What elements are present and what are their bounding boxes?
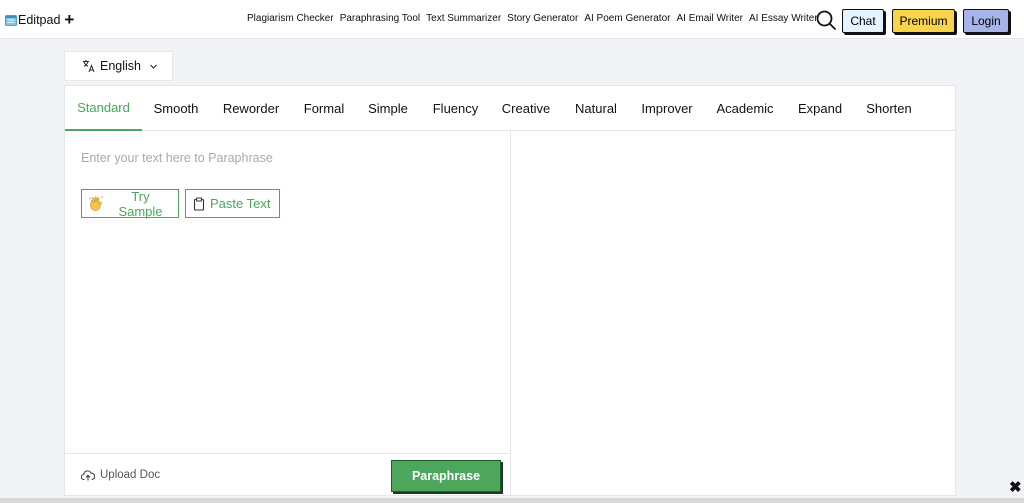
output-pane [512,131,955,495]
input-footer: Upload Doc Paraphrase [65,453,511,495]
clipboard-icon [192,196,206,211]
tab-reworder[interactable]: Reworder [219,86,283,131]
tab-creative[interactable]: Creative [498,86,554,131]
close-icon[interactable]: ✖ [1009,480,1022,495]
top-nav: Plagiarism Checker Paraphrasing Tool Tex… [247,13,818,24]
plus-icon[interactable]: + [64,11,74,28]
tab-improver[interactable]: Improver [638,86,696,131]
waving-hand-icon [88,195,105,212]
login-button[interactable]: Login [963,9,1009,33]
upload-doc-button[interactable]: Upload Doc [81,469,160,481]
nav-ai-poem-generator[interactable]: AI Poem Generator [584,13,670,24]
paste-text-label: Paste Text [210,196,271,211]
tab-formal[interactable]: Formal [299,86,349,131]
cloud-upload-icon [81,470,95,481]
tab-smooth[interactable]: Smooth [149,86,203,131]
editpad-logo[interactable]: Editpad + [5,11,74,29]
bottom-divider [0,498,1024,503]
language-selector[interactable]: English [64,51,173,81]
paraphrase-input[interactable] [81,151,491,181]
try-sample-label: Try Sample [118,188,163,219]
input-pane: Try Sample Paste Text Upload Doc Paraphr… [65,131,511,495]
try-sample-button[interactable]: Try Sample [81,188,179,219]
tab-fluency[interactable]: Fluency [428,86,483,131]
chevron-down-icon [150,64,157,69]
nav-text-summarizer[interactable]: Text Summarizer [426,13,501,24]
tab-standard[interactable]: Standard [65,86,142,131]
paraphrase-button[interactable]: Paraphrase [391,460,501,492]
notepad-icon [5,15,17,26]
nav-story-generator[interactable]: Story Generator [507,13,578,24]
upload-doc-label: Upload Doc [100,469,161,481]
tab-simple[interactable]: Simple [364,86,412,131]
nav-plagiarism-checker[interactable]: Plagiarism Checker [247,13,334,24]
tab-natural[interactable]: Natural [570,86,622,131]
paraphraser-panel: Standard Smooth Reworder Formal Simple F… [64,85,956,496]
paste-text-button[interactable]: Paste Text [185,189,280,218]
chat-button[interactable]: Chat [842,9,884,33]
translate-icon [83,60,95,73]
tab-academic[interactable]: Academic [713,86,777,131]
language-label: English [100,59,141,73]
tab-expand[interactable]: Expand [794,86,846,131]
mode-tabs: Standard Smooth Reworder Formal Simple F… [65,86,955,131]
top-header: Editpad + Plagiarism Checker Paraphrasin… [0,0,1024,39]
search-icon[interactable] [815,9,837,31]
nav-ai-email-writer[interactable]: AI Email Writer [676,13,743,24]
nav-paraphrasing-tool[interactable]: Paraphrasing Tool [340,13,420,24]
tab-shorten[interactable]: Shorten [863,86,915,131]
nav-ai-essay-writer[interactable]: AI Essay Writer [749,13,818,24]
premium-button[interactable]: Premium [892,9,955,33]
logo-text: Editpad [18,13,61,27]
